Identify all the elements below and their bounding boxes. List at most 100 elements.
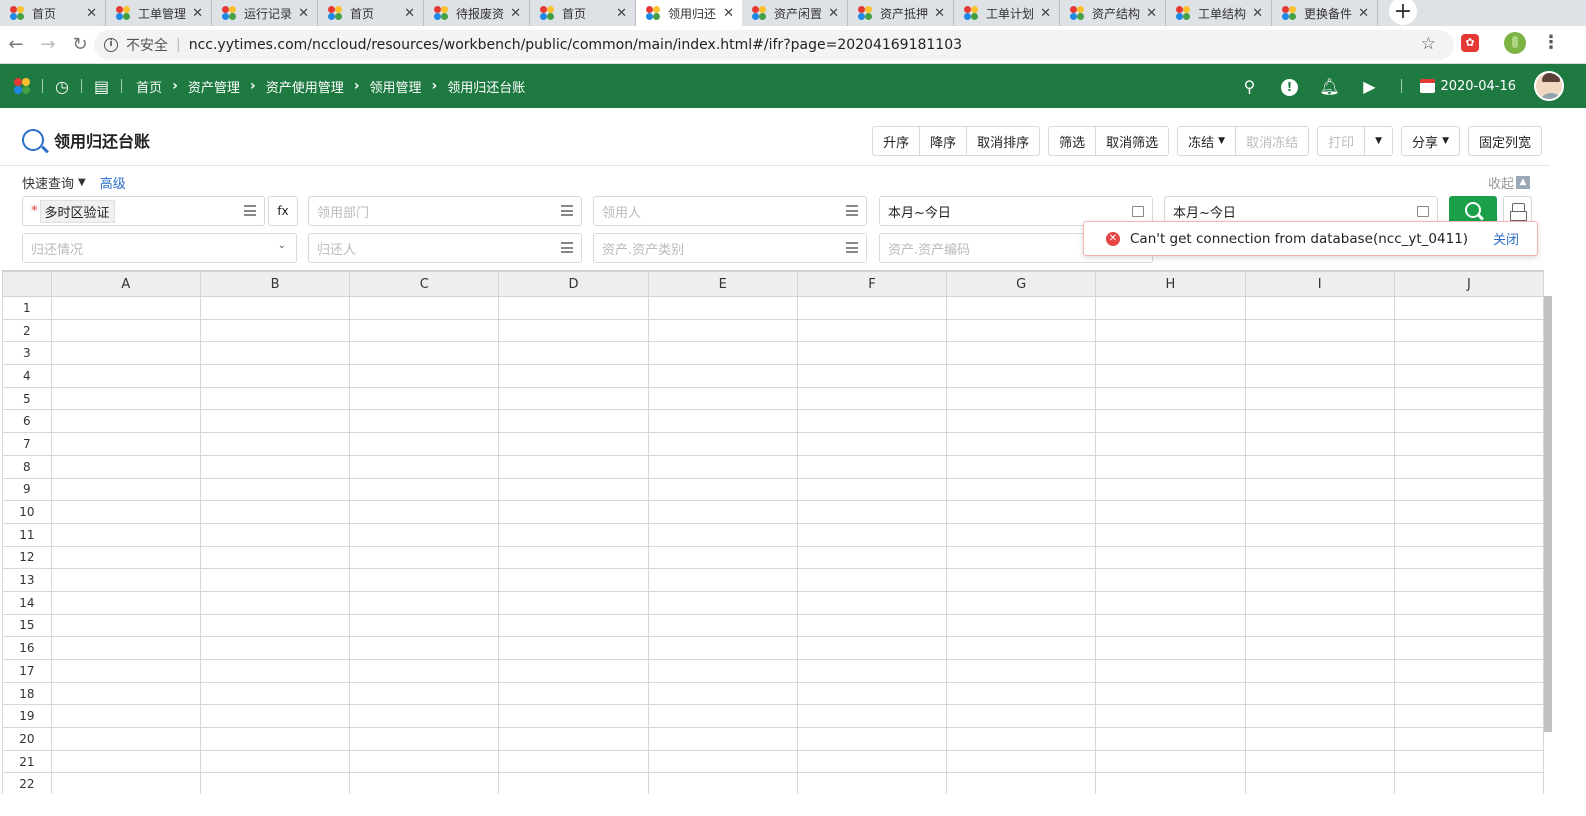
grid-cell[interactable] — [1244, 296, 1395, 320]
grid-cell[interactable] — [647, 296, 798, 320]
grid-cell[interactable] — [946, 364, 1097, 388]
grid-cell[interactable] — [946, 636, 1097, 660]
browser-tab[interactable]: 待报废资 ✕ — [424, 0, 530, 26]
breadcrumb-item[interactable]: 资产管理 — [188, 77, 240, 96]
bell-icon[interactable]: 🔔︎ — [1309, 77, 1349, 96]
grid-cell[interactable] — [498, 364, 649, 388]
grid-cell[interactable] — [796, 568, 948, 592]
grid-cell[interactable] — [50, 772, 201, 794]
grid-cell[interactable] — [349, 590, 500, 615]
grid-cell[interactable] — [647, 636, 798, 660]
row-header[interactable]: 16 — [2, 636, 52, 660]
grid-cell[interactable] — [498, 727, 649, 751]
grid-cell[interactable] — [199, 568, 351, 592]
business-date[interactable]: 2020-04-16 — [1420, 79, 1516, 94]
row-header[interactable]: 5 — [2, 386, 52, 411]
grid-cell[interactable] — [946, 749, 1097, 774]
row-header[interactable]: 11 — [2, 522, 52, 547]
grid-cell[interactable] — [1393, 318, 1544, 343]
grid-cell[interactable] — [50, 727, 201, 751]
grid-cell[interactable] — [946, 545, 1097, 570]
search-icon[interactable]: ⚲ — [1229, 77, 1269, 96]
grid-cell[interactable] — [1095, 545, 1246, 570]
return-person-field[interactable]: 归还人 — [308, 233, 582, 263]
column-header[interactable]: J — [1393, 271, 1544, 297]
grid-cell[interactable] — [796, 318, 948, 343]
grid-cell[interactable] — [498, 613, 649, 638]
grid-cell[interactable] — [498, 432, 649, 456]
grid-cell[interactable] — [647, 477, 798, 502]
grid-cell[interactable] — [349, 318, 500, 343]
grid-cell[interactable] — [796, 772, 948, 794]
grid-cell[interactable] — [647, 341, 798, 366]
advanced-query-link[interactable]: 高级 — [100, 173, 126, 192]
grid-cell[interactable] — [349, 432, 500, 456]
grid-cell[interactable] — [1095, 522, 1246, 547]
grid-cell[interactable] — [796, 477, 948, 502]
grid-cell[interactable] — [946, 296, 1097, 320]
grid-cell[interactable] — [349, 500, 500, 524]
grid-cell[interactable] — [1393, 749, 1544, 774]
grid-cell[interactable] — [498, 296, 649, 320]
grid-cell[interactable] — [1393, 500, 1544, 524]
grid-cell[interactable] — [946, 727, 1097, 751]
grid-cell[interactable] — [1393, 364, 1544, 388]
grid-cell[interactable] — [1244, 772, 1395, 794]
grid-cell[interactable] — [498, 545, 649, 570]
grid-cell[interactable] — [946, 704, 1097, 729]
vertical-scrollbar[interactable] — [1544, 296, 1552, 732]
grid-cell[interactable] — [946, 454, 1097, 479]
new-tab-button[interactable]: + — [1388, 0, 1418, 26]
grid-cell[interactable] — [647, 659, 798, 683]
grid-cell[interactable] — [946, 568, 1097, 592]
column-header[interactable]: A — [50, 271, 201, 297]
dept-field[interactable]: 领用部门 — [308, 196, 582, 226]
browser-tab[interactable]: 工单计划 ✕ — [954, 0, 1060, 26]
grid-cell[interactable] — [946, 590, 1097, 615]
row-header[interactable]: 21 — [2, 749, 52, 774]
forward-icon[interactable]: → — [32, 34, 64, 55]
grid-cell[interactable] — [647, 568, 798, 592]
grid-cell[interactable] — [1244, 545, 1395, 570]
grid-cell[interactable] — [50, 477, 201, 502]
grid-cell[interactable] — [1095, 477, 1246, 502]
grid-cell[interactable] — [1095, 296, 1246, 320]
grid-cell[interactable] — [647, 749, 798, 774]
grid-cell[interactable] — [498, 409, 649, 434]
browser-tab[interactable]: 运行记录 ✕ — [212, 0, 318, 26]
sort-desc-button[interactable]: 降序 — [919, 126, 968, 156]
grid-cell[interactable] — [1393, 296, 1544, 320]
grid-cell[interactable] — [349, 477, 500, 502]
grid-cell[interactable] — [1095, 341, 1246, 366]
grid-cell[interactable] — [498, 704, 649, 729]
grid-cell[interactable] — [50, 522, 201, 547]
grid-cell[interactable] — [498, 590, 649, 615]
bookmark-star-icon[interactable]: ☆ — [1421, 34, 1436, 54]
grid-cell[interactable] — [647, 318, 798, 343]
grid-cell[interactable] — [498, 522, 649, 547]
grid-cell[interactable] — [946, 772, 1097, 794]
close-tab-icon[interactable]: ✕ — [723, 6, 734, 21]
browser-tab[interactable]: 资产闲置 ✕ — [742, 0, 848, 26]
grid-cell[interactable] — [199, 364, 351, 388]
browser-tab[interactable]: 资产抵押 ✕ — [848, 0, 954, 26]
grid-cell[interactable] — [796, 590, 948, 615]
grid-cell[interactable] — [498, 772, 649, 794]
grid-cell[interactable] — [199, 545, 351, 570]
grid-cell[interactable] — [498, 749, 649, 774]
grid-cell[interactable] — [946, 613, 1097, 638]
row-header[interactable]: 22 — [2, 772, 52, 794]
grid-cell[interactable] — [1393, 568, 1544, 592]
grid-cell[interactable] — [199, 590, 351, 615]
browser-tab[interactable]: 首页 ✕ — [530, 0, 636, 26]
row-header[interactable]: 8 — [2, 454, 52, 479]
grid-cell[interactable] — [50, 296, 201, 320]
list-icon[interactable] — [561, 205, 573, 216]
grid-cell[interactable] — [498, 568, 649, 592]
grid-cell[interactable] — [1393, 545, 1544, 570]
close-tab-icon[interactable]: ✕ — [1252, 6, 1263, 21]
grid-cell[interactable] — [199, 681, 351, 706]
browser-tab[interactable]: 首页 ✕ — [0, 0, 106, 26]
column-header[interactable]: E — [647, 271, 798, 297]
close-tab-icon[interactable]: ✕ — [192, 6, 203, 21]
